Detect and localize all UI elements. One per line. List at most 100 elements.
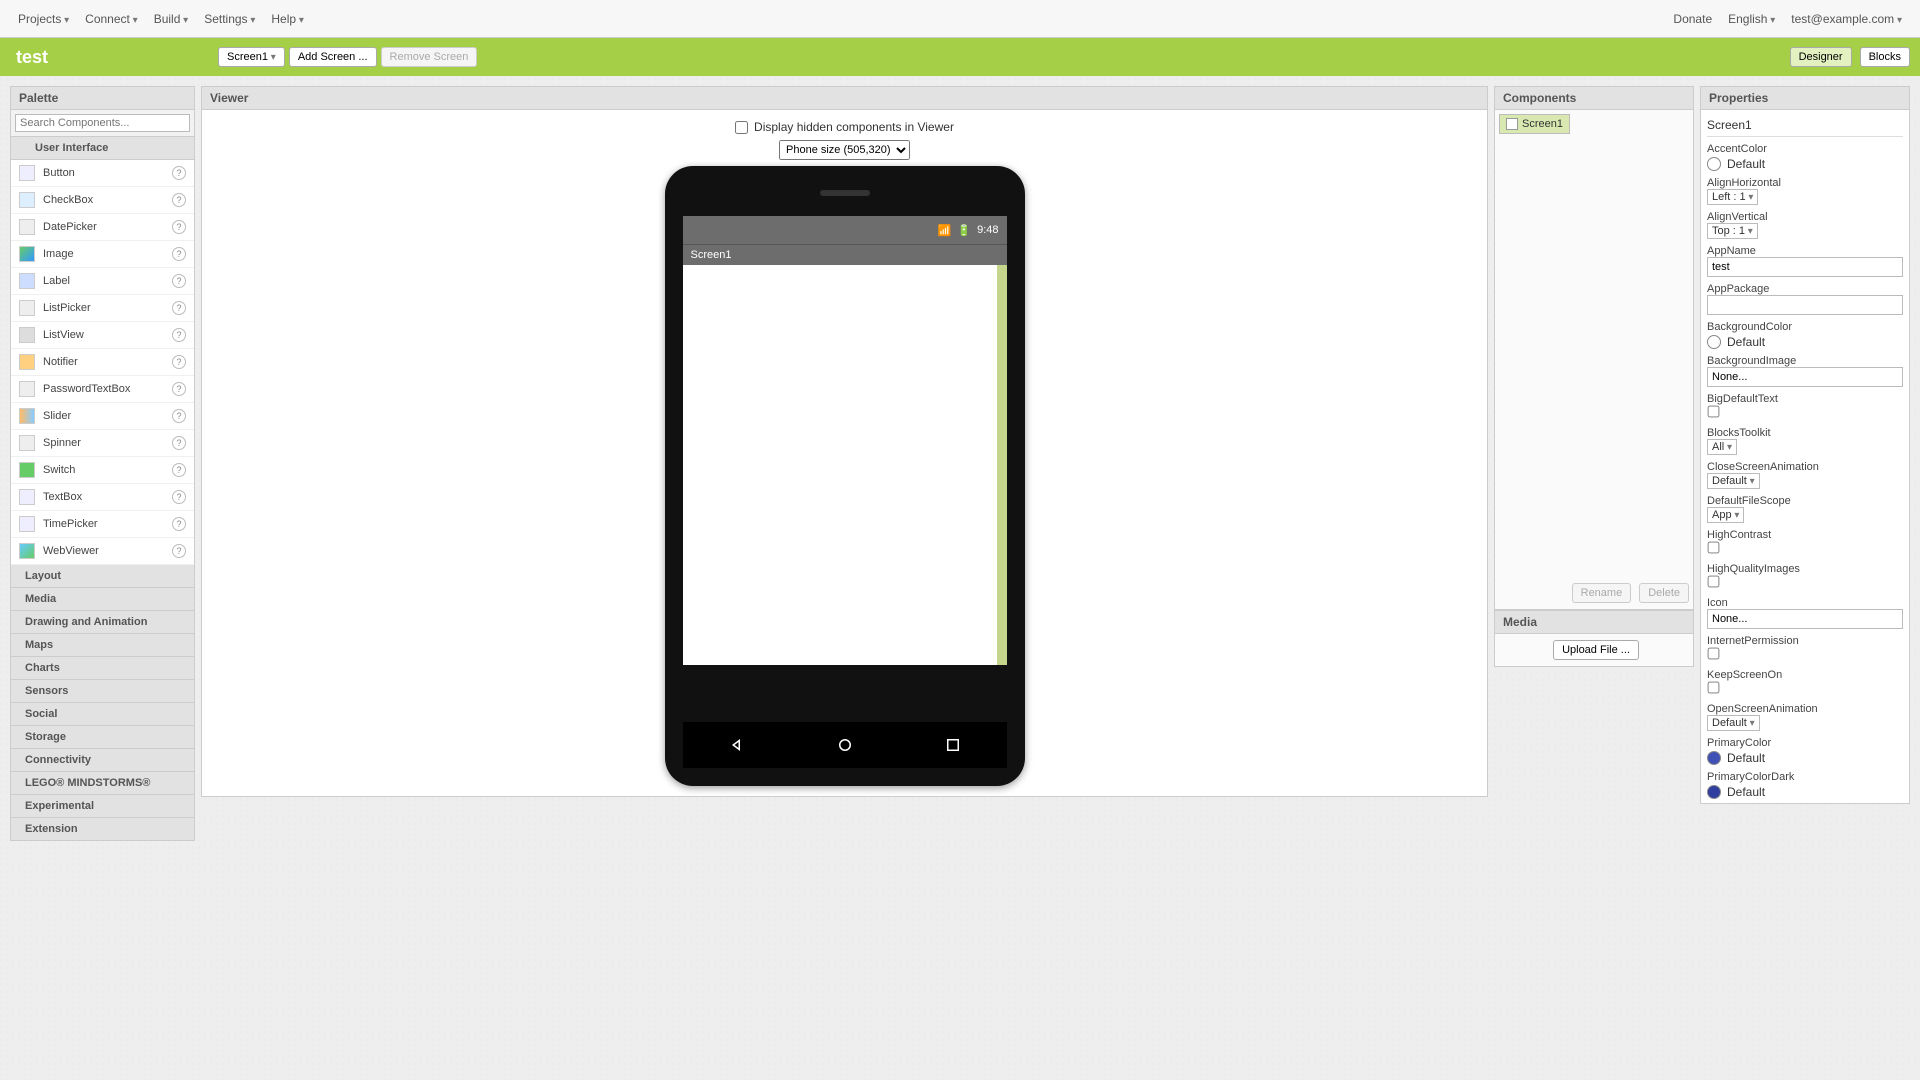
- prop-keepon-check[interactable]: [1708, 682, 1720, 694]
- help-icon[interactable]: ?: [172, 436, 186, 450]
- prop-bg-label: BackgroundColor: [1707, 321, 1903, 333]
- prop-icon-label: Icon: [1707, 597, 1903, 609]
- prop-primarydark-value[interactable]: Default: [1707, 785, 1903, 799]
- help-icon[interactable]: ?: [172, 274, 186, 288]
- category-storage[interactable]: Storage: [10, 726, 195, 749]
- prop-alignh-select[interactable]: Left : 1: [1707, 189, 1758, 205]
- prop-primary-value[interactable]: Default: [1707, 751, 1903, 765]
- spinner-icon: [19, 435, 35, 451]
- palette-item-textbox[interactable]: TextBox ?: [11, 484, 194, 511]
- palette-item-notifier[interactable]: Notifier ?: [11, 349, 194, 376]
- palette-item-listview[interactable]: ListView ?: [11, 322, 194, 349]
- rename-button: Rename: [1572, 583, 1632, 603]
- category-experimental[interactable]: Experimental: [10, 795, 195, 818]
- help-icon[interactable]: ?: [172, 193, 186, 207]
- palette-item-slider[interactable]: Slider ?: [11, 403, 194, 430]
- help-icon[interactable]: ?: [172, 355, 186, 369]
- donate-link[interactable]: Donate: [1665, 6, 1720, 32]
- upload-file-button[interactable]: Upload File ...: [1553, 640, 1639, 660]
- palette-item-checkbox[interactable]: CheckBox ?: [11, 187, 194, 214]
- prop-appname-label: AppName: [1707, 245, 1903, 257]
- prop-icon-input[interactable]: [1707, 609, 1903, 629]
- prop-keepon-label: KeepScreenOn: [1707, 669, 1903, 681]
- category-extension[interactable]: Extension: [10, 818, 195, 841]
- help-icon[interactable]: ?: [172, 490, 186, 504]
- language-menu[interactable]: English: [1720, 6, 1783, 32]
- bg-swatch: [1707, 335, 1721, 349]
- prop-toolkit-select[interactable]: All: [1707, 439, 1737, 455]
- help-icon[interactable]: ?: [172, 247, 186, 261]
- menu-projects[interactable]: Projects: [10, 6, 77, 32]
- prop-apppackage-input[interactable]: [1707, 295, 1903, 315]
- prop-closeanim-label: CloseScreenAnimation: [1707, 461, 1903, 473]
- display-hidden-checkbox[interactable]: [735, 121, 748, 134]
- palette-item-spinner[interactable]: Spinner ?: [11, 430, 194, 457]
- palette-search-input[interactable]: [15, 114, 190, 132]
- category-drawing-and-animation[interactable]: Drawing and Animation: [10, 611, 195, 634]
- menu-connect[interactable]: Connect: [77, 6, 146, 32]
- primary-swatch: [1707, 751, 1721, 765]
- help-icon[interactable]: ?: [172, 382, 186, 396]
- design-canvas[interactable]: [683, 265, 1007, 665]
- account-menu[interactable]: test@example.com: [1783, 6, 1910, 32]
- palette-item-passwordtextbox[interactable]: PasswordTextBox ?: [11, 376, 194, 403]
- palette-item-image[interactable]: Image ?: [11, 241, 194, 268]
- help-icon[interactable]: ?: [172, 166, 186, 180]
- prop-toolkit-label: BlocksToolkit: [1707, 427, 1903, 439]
- prop-bigtext-check[interactable]: [1708, 406, 1720, 418]
- help-icon[interactable]: ?: [172, 328, 186, 342]
- help-icon[interactable]: ?: [172, 463, 186, 477]
- palette-item-label: Spinner: [43, 437, 81, 449]
- prop-bg-value[interactable]: Default: [1707, 335, 1903, 349]
- prop-openanim-select[interactable]: Default: [1707, 715, 1760, 731]
- palette-item-datepicker[interactable]: DatePicker ?: [11, 214, 194, 241]
- prop-appname-input[interactable]: [1707, 257, 1903, 277]
- prop-hqimg-check[interactable]: [1708, 576, 1720, 588]
- prop-bgimg-input[interactable]: [1707, 367, 1903, 387]
- component-tree-root[interactable]: Screen1: [1499, 114, 1570, 134]
- prop-contrast-check[interactable]: [1708, 542, 1720, 554]
- palette-item-label[interactable]: Label ?: [11, 268, 194, 295]
- prop-hqimg-label: HighQualityImages: [1707, 563, 1903, 575]
- category-lego-mindstorms-[interactable]: LEGO® MINDSTORMS®: [10, 772, 195, 795]
- remove-screen-button: Remove Screen: [381, 47, 478, 67]
- palette-item-listpicker[interactable]: ListPicker ?: [11, 295, 194, 322]
- palette-item-button[interactable]: Button ?: [11, 160, 194, 187]
- menu-build[interactable]: Build: [146, 6, 197, 32]
- category-charts[interactable]: Charts: [10, 657, 195, 680]
- category-connectivity[interactable]: Connectivity: [10, 749, 195, 772]
- menu-settings[interactable]: Settings: [196, 6, 263, 32]
- help-icon[interactable]: ?: [172, 220, 186, 234]
- delete-button: Delete: [1639, 583, 1689, 603]
- help-icon[interactable]: ?: [172, 409, 186, 423]
- prop-closeanim-select[interactable]: Default: [1707, 473, 1760, 489]
- menu-help[interactable]: Help: [263, 6, 312, 32]
- help-icon[interactable]: ?: [172, 301, 186, 315]
- palette-item-switch[interactable]: Switch ?: [11, 457, 194, 484]
- category-social[interactable]: Social: [10, 703, 195, 726]
- prop-openanim-label: OpenScreenAnimation: [1707, 703, 1903, 715]
- palette-item-label: TextBox: [43, 491, 82, 503]
- slider-icon: [19, 408, 35, 424]
- prop-filescope-select[interactable]: App: [1707, 507, 1744, 523]
- palette-item-webviewer[interactable]: WebViewer ?: [11, 538, 194, 565]
- prop-accentcolor-value[interactable]: Default: [1707, 157, 1903, 171]
- media-header: Media: [1494, 610, 1694, 634]
- blocks-tab[interactable]: Blocks: [1860, 47, 1910, 67]
- help-icon[interactable]: ?: [172, 517, 186, 531]
- category-user-interface[interactable]: User Interface: [10, 137, 195, 160]
- add-screen-button[interactable]: Add Screen ...: [289, 47, 377, 67]
- prop-internet-check[interactable]: [1708, 648, 1720, 660]
- category-maps[interactable]: Maps: [10, 634, 195, 657]
- battery-icon: 🔋: [957, 224, 971, 237]
- palette-item-timepicker[interactable]: TimePicker ?: [11, 511, 194, 538]
- category-media[interactable]: Media: [10, 588, 195, 611]
- designer-tab[interactable]: Designer: [1790, 47, 1852, 67]
- help-icon[interactable]: ?: [172, 544, 186, 558]
- prop-alignv-select[interactable]: Top : 1: [1707, 223, 1758, 239]
- top-menu-bar: Projects Connect Build Settings Help Don…: [0, 0, 1920, 38]
- screen-dropdown[interactable]: Screen1: [218, 47, 285, 67]
- category-layout[interactable]: Layout: [10, 565, 195, 588]
- phone-size-select[interactable]: Phone size (505,320): [779, 140, 910, 160]
- category-sensors[interactable]: Sensors: [10, 680, 195, 703]
